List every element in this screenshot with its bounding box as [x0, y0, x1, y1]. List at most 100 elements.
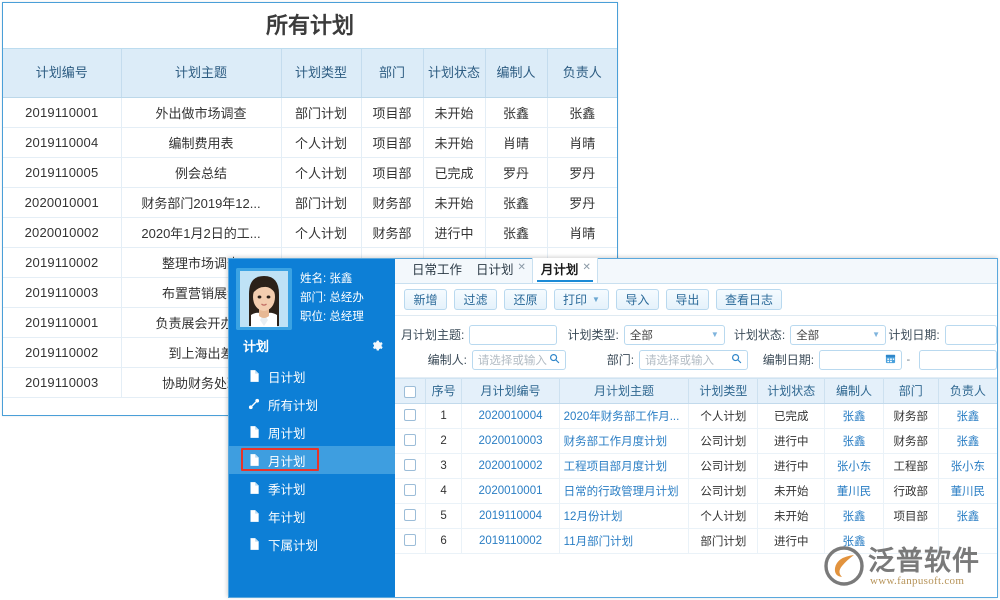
cell-code[interactable]: 2019110002 [462, 528, 559, 553]
sidebar-item-all-plans[interactable]: 所有计划 [229, 390, 395, 418]
select-all-checkbox[interactable] [404, 386, 416, 398]
table-row[interactable]: 2020010001 财务部门2019年12... 部门计划 财务部 未开始 张… [3, 187, 617, 217]
cell-author[interactable]: 董川民 [825, 478, 884, 503]
table-row[interactable]: 2 2020010003 财务部工作月度计划 公司计划 进行中 张鑫 财务部 张… [395, 428, 997, 453]
row-checkbox-cell[interactable] [395, 403, 425, 428]
cell-status: 进行中 [758, 453, 825, 478]
plan-status-select[interactable]: 全部 ▼ [790, 325, 886, 345]
tab-daily-work[interactable]: 日常工作 [404, 258, 468, 283]
col-month-plan-code[interactable]: 月计划编号 [462, 379, 559, 403]
cell-subject[interactable]: 11月部门计划 [559, 528, 689, 553]
gear-icon[interactable] [370, 339, 383, 352]
col-plan-status[interactable]: 计划状态 [423, 49, 485, 97]
author-search-input[interactable]: 请选择或输入 [472, 350, 566, 370]
sidebar-menu: 日计划 所有计划 周计划 [229, 359, 395, 558]
cell-subject[interactable]: 2020年财务部工作月... [559, 403, 689, 428]
sidebar-item-weekly-plan[interactable]: 周计划 [229, 418, 395, 446]
sidebar-item-monthly-plan[interactable]: 月计划 [229, 446, 395, 474]
plan-type-select[interactable]: 全部 ▼ [624, 325, 725, 345]
sidebar-item-yearly-plan[interactable]: 年计划 [229, 502, 395, 530]
col-author[interactable]: 编制人 [485, 49, 547, 97]
row-checkbox-cell[interactable] [395, 428, 425, 453]
author-date-from-input[interactable] [819, 350, 902, 370]
col-owner[interactable]: 负责人 [547, 49, 617, 97]
col-plan-type[interactable]: 计划类型 [689, 379, 758, 403]
cell-author[interactable]: 张小东 [825, 453, 884, 478]
cell-code[interactable]: 2020010004 [462, 403, 559, 428]
cell-owner[interactable]: 张鑫 [938, 403, 997, 428]
col-index[interactable]: 序号 [425, 379, 461, 403]
col-select-all[interactable] [395, 379, 425, 403]
col-month-plan-subject[interactable]: 月计划主题 [559, 379, 689, 403]
row-checkbox-cell[interactable] [395, 528, 425, 553]
cell-subject[interactable]: 工程项目部月度计划 [559, 453, 689, 478]
select-value: 全部 [796, 327, 819, 343]
row-checkbox-cell[interactable] [395, 503, 425, 528]
add-button[interactable]: 新增 [404, 289, 447, 310]
row-checkbox-cell[interactable] [395, 478, 425, 503]
cell-subject[interactable]: 财务部工作月度计划 [559, 428, 689, 453]
filter-button[interactable]: 过滤 [454, 289, 497, 310]
cell-author[interactable]: 张鑫 [825, 503, 884, 528]
col-author[interactable]: 编制人 [825, 379, 884, 403]
sidebar-item-subordinate-plan[interactable]: 下属计划 [229, 530, 395, 558]
row-checkbox[interactable] [404, 484, 416, 496]
col-plan-type[interactable]: 计划类型 [281, 49, 361, 97]
table-row[interactable]: 2019110001 外出做市场调查 部门计划 项目部 未开始 张鑫 张鑫 [3, 97, 617, 127]
cell-code[interactable]: 2020010002 [462, 453, 559, 478]
table-row[interactable]: 1 2020010004 2020年财务部工作月... 个人计划 已完成 张鑫 … [395, 403, 997, 428]
col-plan-status[interactable]: 计划状态 [758, 379, 825, 403]
calendar-icon[interactable] [885, 353, 896, 367]
tab-monthly-plan[interactable]: 月计划 ✕ [532, 258, 598, 283]
row-checkbox[interactable] [404, 509, 416, 521]
cell-code[interactable]: 2020010003 [462, 428, 559, 453]
author-date-to-input[interactable] [919, 350, 997, 370]
table-row[interactable]: 2019110004 编制费用表 个人计划 项目部 未开始 肖晴 肖晴 [3, 127, 617, 157]
cell-owner[interactable] [938, 528, 997, 553]
cell-author[interactable]: 张鑫 [825, 528, 884, 553]
row-checkbox[interactable] [404, 534, 416, 546]
col-dept[interactable]: 部门 [361, 49, 423, 97]
table-row[interactable]: 5 2019110004 12月份计划 个人计划 未开始 张鑫 项目部 张鑫 [395, 503, 997, 528]
row-checkbox-cell[interactable] [395, 453, 425, 478]
monthly-subject-input[interactable] [469, 325, 556, 345]
col-owner[interactable]: 负责人 [938, 379, 997, 403]
tab-daily-plan[interactable]: 日计划 ✕ [468, 258, 532, 283]
close-icon[interactable]: ✕ [518, 255, 526, 280]
cell-owner[interactable]: 董川民 [938, 478, 997, 503]
cell-owner[interactable]: 张鑫 [938, 428, 997, 453]
cell-code[interactable]: 2020010001 [462, 478, 559, 503]
export-button[interactable]: 导出 [666, 289, 709, 310]
row-checkbox[interactable] [404, 434, 416, 446]
filter-row-2: 编制人: 请选择或输入 部门: 请选择或输入 编制日期: [395, 347, 997, 372]
import-button[interactable]: 导入 [616, 289, 659, 310]
table-row[interactable]: 2020010002 2020年1月2日的工... 个人计划 财务部 进行中 张… [3, 217, 617, 247]
close-icon[interactable]: ✕ [582, 255, 590, 280]
cell-author[interactable]: 张鑫 [825, 428, 884, 453]
table-row[interactable]: 2019110005 例会总结 个人计划 项目部 已完成 罗丹 罗丹 [3, 157, 617, 187]
cell-owner[interactable]: 张小东 [938, 453, 997, 478]
print-button[interactable]: 打印 ▼ [554, 289, 609, 310]
table-row[interactable]: 3 2020010002 工程项目部月度计划 公司计划 进行中 张小东 工程部 … [395, 453, 997, 478]
search-icon[interactable] [549, 353, 560, 367]
col-plan-code[interactable]: 计划编号 [3, 49, 121, 97]
table-row[interactable]: 6 2019110002 11月部门计划 部门计划 进行中 张鑫 [395, 528, 997, 553]
col-dept[interactable]: 部门 [883, 379, 938, 403]
row-checkbox[interactable] [404, 459, 416, 471]
table-row[interactable]: 4 2020010001 日常的行政管理月计划 公司计划 未开始 董川民 行政部… [395, 478, 997, 503]
label-plan-type: 计划类型: [557, 326, 619, 343]
cell-owner[interactable]: 张鑫 [938, 503, 997, 528]
plan-date-input[interactable] [945, 325, 997, 345]
view-log-button[interactable]: 查看日志 [716, 289, 782, 310]
cell-subject[interactable]: 日常的行政管理月计划 [559, 478, 689, 503]
row-checkbox[interactable] [404, 409, 416, 421]
sidebar-item-daily-plan[interactable]: 日计划 [229, 362, 395, 390]
cell-author[interactable]: 张鑫 [825, 403, 884, 428]
col-plan-subject[interactable]: 计划主题 [121, 49, 281, 97]
cell-code[interactable]: 2019110004 [462, 503, 559, 528]
restore-button[interactable]: 还原 [504, 289, 547, 310]
cell-subject[interactable]: 12月份计划 [559, 503, 689, 528]
dept-search-input[interactable]: 请选择或输入 [639, 350, 748, 370]
search-icon[interactable] [731, 353, 742, 367]
sidebar-item-quarterly-plan[interactable]: 季计划 [229, 474, 395, 502]
